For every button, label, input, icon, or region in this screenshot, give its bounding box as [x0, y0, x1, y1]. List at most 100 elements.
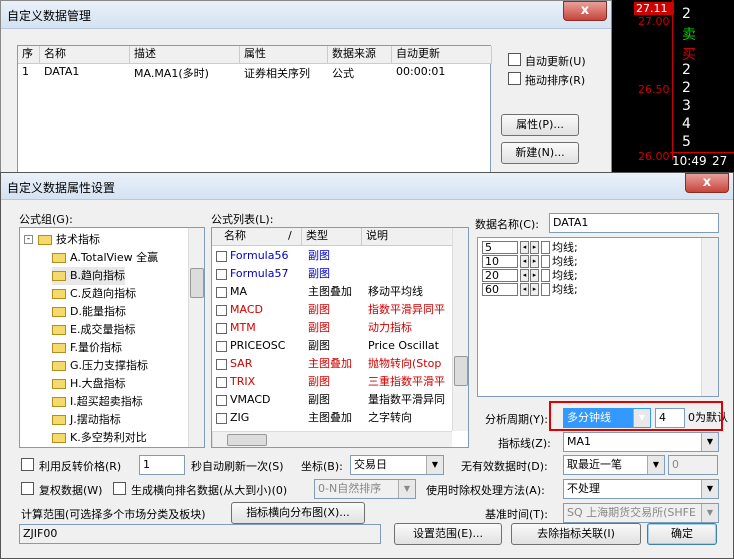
formula-row[interactable]: MACD 副图 指数平滑异同平 [212, 301, 457, 318]
param-value-input[interactable]: 10 [482, 255, 518, 268]
reverse-price-checkbox[interactable] [21, 458, 34, 471]
spin-up-icon[interactable]: ▸ [530, 269, 539, 282]
auto-update-checkbox[interactable] [508, 53, 521, 66]
base-time-select[interactable]: SQ 上海期货交易所(SHFE ▼ [563, 503, 719, 523]
tree-scrollbar[interactable] [188, 228, 204, 447]
spin-down-icon[interactable]: ◂ [520, 269, 529, 282]
list-col-type[interactable]: 类型 [302, 228, 362, 246]
param-label: 均线; [552, 283, 578, 296]
formula-type: 副图 [308, 339, 330, 352]
tree-item[interactable]: G.压力支撑指标 [52, 357, 148, 375]
folder-icon [52, 289, 66, 299]
formula-desc: 动力指标 [368, 321, 412, 334]
col-autoupdate[interactable]: 自动更新 [392, 46, 492, 64]
folder-icon [38, 235, 52, 245]
set-range-button[interactable]: 设置范围(E)... [394, 523, 502, 545]
tree-item[interactable]: E.成交量指标 [52, 321, 135, 339]
param-flag[interactable] [541, 241, 550, 254]
data-name-input[interactable]: DATA1 [549, 213, 719, 233]
manager-close-button[interactable]: x [563, 1, 607, 21]
formula-row[interactable]: SAR 主图叠加 抛物转向(Stop [212, 355, 457, 372]
tree-item[interactable]: D.能量指标 [52, 303, 126, 321]
formula-list[interactable]: 名称 / 类型 说明 Formula56 副图 Formula57 副图 MA 主图叠加 移动… [211, 227, 469, 448]
invalid-n-input[interactable]: 0 [668, 455, 718, 475]
formula-row[interactable]: ZIG 主图叠加 之字转向 [212, 409, 457, 426]
tree-item[interactable]: K.多空势利对比 [52, 429, 147, 447]
formula-type: 副图 [308, 375, 330, 388]
col-desc[interactable]: 描述 [130, 46, 240, 64]
tree-item[interactable]: J.摆动指标 [52, 411, 121, 429]
tree-item[interactable]: F.量价指标 [52, 339, 122, 357]
spin-down-icon[interactable]: ◂ [520, 255, 529, 268]
col-source[interactable]: 数据来源 [328, 46, 392, 64]
drag-sort-checkbox[interactable] [508, 72, 521, 85]
formula-icon [216, 358, 227, 370]
formula-row[interactable]: Formula56 副图 [212, 247, 457, 264]
list-hscrollbar[interactable] [212, 431, 452, 447]
spin-up-icon[interactable]: ▸ [530, 283, 539, 296]
formula-desc: 移动平均线 [368, 285, 423, 298]
list-vscrollbar[interactable] [452, 228, 468, 431]
param-flag[interactable] [541, 283, 550, 296]
period-label: 分析周期(Y): [485, 413, 549, 426]
col-attr[interactable]: 属性 [240, 46, 328, 64]
refresh-seconds-input[interactable]: 1 [139, 455, 185, 475]
list-vscroll-thumb[interactable] [454, 356, 468, 386]
manager-title: 自定义数据管理 [7, 9, 92, 23]
properties-button[interactable]: 属性(P)... [501, 114, 579, 136]
tree-item[interactable]: C.反趋向指标 [52, 285, 136, 303]
formula-row[interactable]: TRIX 副图 三重指数平滑平 [212, 373, 457, 390]
formula-type: 副图 [308, 393, 330, 406]
indicator-line-select[interactable]: MA1 ▼ [563, 432, 719, 452]
row-desc: MA.MA1(多时) [134, 67, 209, 80]
tree-root[interactable]: - 技术指标 [24, 231, 100, 249]
new-button[interactable]: 新建(N)... [501, 142, 579, 164]
formula-row[interactable]: MTM 副图 动力指标 [212, 319, 457, 336]
spin-down-icon[interactable]: ◂ [520, 241, 529, 254]
param-row: 5 ◂ ▸ 均线; [482, 241, 682, 254]
list-hscroll-thumb[interactable] [227, 434, 267, 446]
collapse-icon[interactable]: - [24, 235, 33, 244]
formula-row[interactable]: PRICEOSC 副图 Price Oscillat [212, 337, 457, 354]
formula-row[interactable]: Formula57 副图 [212, 265, 457, 282]
ok-button[interactable]: 确定 [647, 523, 717, 545]
rank-mode-select[interactable]: 0-N自然排序 ▼ [314, 479, 416, 499]
param-flag[interactable] [541, 269, 550, 282]
tree-item[interactable]: A.TotalView 全赢 [52, 249, 158, 267]
formula-desc: Price Oscillat [368, 339, 439, 352]
tree-item[interactable]: I.超买超卖指标 [52, 393, 143, 411]
tree-item[interactable]: B.趋向指标 [52, 267, 126, 285]
param-value-input[interactable]: 5 [482, 241, 518, 254]
list-col-desc[interactable]: 说明 [362, 228, 457, 246]
tree-item[interactable]: H.大盘指标 [52, 375, 126, 393]
distribution-chart-button[interactable]: 指标横向分布图(X)... [231, 502, 365, 524]
param-value-input[interactable]: 20 [482, 269, 518, 282]
dialog-close-button[interactable]: x [685, 173, 729, 193]
param-scrollbar[interactable] [701, 238, 718, 396]
tree-scroll-thumb[interactable] [190, 268, 204, 298]
param-label: 均线; [552, 255, 578, 268]
param-flag[interactable] [541, 255, 550, 268]
gen-rank-label: 生成横向排名数据(从大到小)(0) [131, 484, 288, 497]
invalid-data-select[interactable]: 取最近一笔 ▼ [563, 455, 665, 475]
sell-label: 卖 [682, 27, 696, 43]
formula-name: PRICEOSC [230, 339, 286, 352]
formula-row[interactable]: MA 主图叠加 移动平均线 [212, 283, 457, 300]
col-name[interactable]: 名称 [40, 46, 130, 64]
coord-select[interactable]: 交易日 ▼ [350, 455, 444, 475]
spin-down-icon[interactable]: ◂ [520, 283, 529, 296]
formula-row[interactable]: VMACD 副图 量指数平滑异同 [212, 391, 457, 408]
remove-association-button[interactable]: 去除指标关联(I) [511, 523, 641, 545]
list-col-name[interactable]: 名称 / [212, 228, 302, 246]
tree-item-label: I.超买超卖指标 [70, 395, 143, 408]
restore-checkbox[interactable] [21, 482, 34, 495]
spin-up-icon[interactable]: ▸ [530, 255, 539, 268]
col-index[interactable]: 序 [18, 46, 40, 64]
formula-group-tree[interactable]: - 技术指标 A.TotalView 全赢 B.趋向指标 C.反趋向指标 D.能量指标… [19, 227, 205, 448]
param-value-input[interactable]: 60 [482, 283, 518, 296]
gen-rank-checkbox[interactable] [113, 482, 126, 495]
time-rule-select[interactable]: 不处理 ▼ [563, 479, 719, 499]
table-row[interactable]: 1 DATA1 MA.MA1(多时) 证券相关序列 公式 00:00:01 [18, 65, 490, 82]
row-source: 公式 [332, 67, 354, 80]
spin-up-icon[interactable]: ▸ [530, 241, 539, 254]
